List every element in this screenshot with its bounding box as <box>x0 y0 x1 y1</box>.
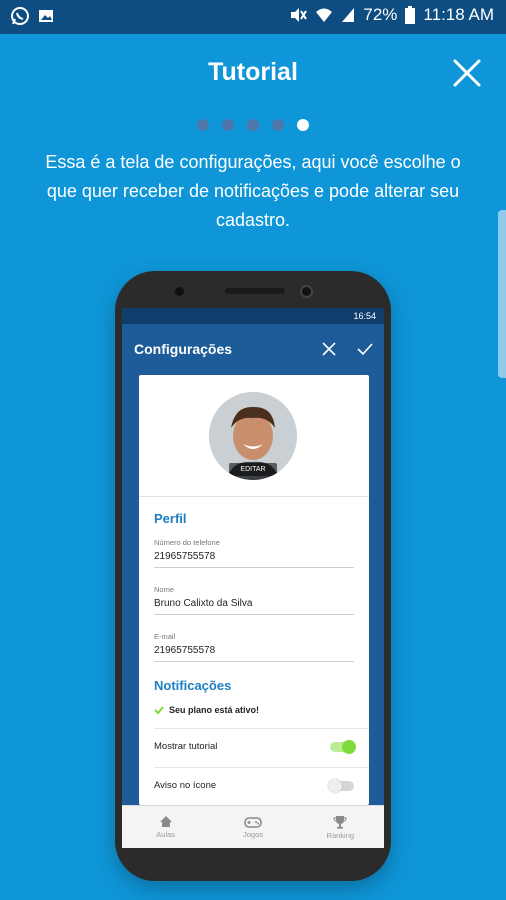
nav-label: Ranking <box>326 830 355 840</box>
mockup-appbar-title: Configurações <box>134 341 233 357</box>
profile-section-title: Perfil <box>154 511 187 526</box>
field-label: Número do telefone <box>154 538 220 547</box>
signal-icon <box>341 7 355 23</box>
toggle-knob <box>328 778 342 793</box>
toggle-label: Mostrar tutorial <box>154 741 218 752</box>
home-icon <box>159 816 172 827</box>
mockup-appbar: Configurações <box>122 324 384 374</box>
phone-screen: 16:54 Configurações EDITAR Perfil Número… <box>122 308 384 848</box>
email-field[interactable]: E-mail 21965755578 <box>154 632 354 662</box>
toggle-row-icon-badge[interactable]: Aviso no ícone <box>154 778 354 793</box>
phone-top-bezel <box>115 271 391 307</box>
check-icon[interactable] <box>356 340 374 358</box>
divider <box>139 496 369 497</box>
bottom-navigation: Aulas Jogos Ranking <box>122 805 384 848</box>
check-icon <box>154 706 164 715</box>
toggle-knob <box>342 739 356 754</box>
settings-card: EDITAR Perfil Número do telefone 2196575… <box>139 375 369 805</box>
sensor <box>175 287 184 296</box>
name-field[interactable]: Nome Bruno Calixto da Silva <box>154 585 354 615</box>
toggle-row-tutorial[interactable]: Mostrar tutorial <box>154 739 356 754</box>
front-camera <box>300 285 313 298</box>
whatsapp-icon <box>10 6 30 31</box>
mute-icon <box>289 6 308 24</box>
close-icon[interactable] <box>320 340 338 358</box>
field-value: Bruno Calixto da Silva <box>154 598 253 609</box>
plan-status-text: Seu plano está ativo! <box>169 705 260 715</box>
wifi-icon <box>315 7 333 23</box>
edge-panel-handle[interactable] <box>498 210 506 378</box>
tutorial-toggle[interactable] <box>330 739 356 754</box>
speaker <box>225 288 285 294</box>
status-bar: 72% 11:18 AM <box>0 0 506 34</box>
nav-item-aulas[interactable]: Aulas <box>122 806 209 848</box>
page-dot[interactable] <box>272 119 284 131</box>
close-icon <box>453 59 481 87</box>
edit-photo-button[interactable]: EDITAR <box>229 463 277 476</box>
nav-label: Aulas <box>156 830 176 839</box>
tutorial-description: Essa é a tela de configurações, aqui voc… <box>45 152 461 230</box>
phone-mockup: 16:54 Configurações EDITAR Perfil Número… <box>115 271 391 881</box>
field-underline <box>154 661 354 662</box>
field-label: E-mail <box>154 632 176 641</box>
mockup-clock: 16:54 <box>353 311 376 321</box>
plan-status: Seu plano está ativo! <box>154 705 259 715</box>
gamepad-icon <box>244 816 262 828</box>
page-indicator <box>0 119 506 131</box>
page-dot[interactable] <box>247 119 259 131</box>
battery-percent: 72% <box>363 5 398 24</box>
divider <box>154 728 369 729</box>
page-dot[interactable] <box>297 119 309 131</box>
field-value: 21965755578 <box>154 645 216 656</box>
nav-item-jogos[interactable]: Jogos <box>209 806 296 848</box>
gallery-icon <box>38 8 54 29</box>
notifications-section-title: Notificações <box>154 678 232 693</box>
field-underline <box>154 614 354 615</box>
nav-label: Jogos <box>242 829 263 839</box>
field-value: 21965755578 <box>154 551 216 562</box>
phone-field[interactable]: Número do telefone 21965755578 <box>154 538 354 568</box>
avatar[interactable]: EDITAR <box>209 392 297 480</box>
icon-badge-toggle[interactable] <box>328 778 354 793</box>
page-dot[interactable] <box>222 119 234 131</box>
field-underline <box>154 567 354 568</box>
page-title: Tutorial <box>208 58 298 86</box>
close-button[interactable] <box>452 58 482 88</box>
toggle-label: Aviso no ícone <box>154 780 217 791</box>
field-label: Nome <box>154 585 175 594</box>
mockup-status-bar: 16:54 <box>122 308 384 324</box>
page-dot[interactable] <box>197 119 209 131</box>
nav-item-ranking[interactable]: Ranking <box>297 806 384 848</box>
trophy-icon <box>333 815 347 829</box>
divider <box>154 767 369 768</box>
battery-icon <box>405 6 416 24</box>
clock: 11:18 AM <box>423 5 494 24</box>
